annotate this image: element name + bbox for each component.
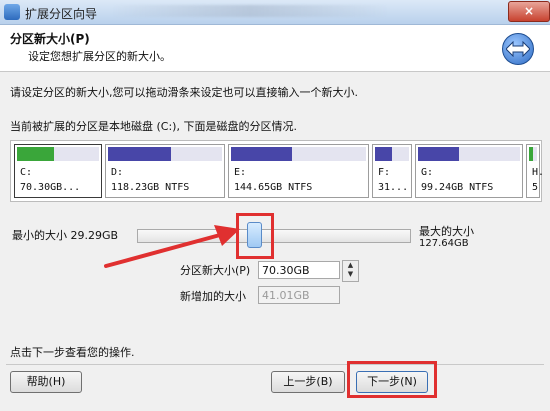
- partition-usage-bar: [17, 147, 99, 161]
- page-title: 分区新大小(P): [10, 32, 90, 46]
- partition-letter: F:: [378, 167, 391, 178]
- wizard-window: 扩展分区向导 × 分区新大小(P) 设定您想扩展分区的新大小。 请设定分区的新大…: [0, 0, 550, 411]
- page-subtitle: 设定您想扩展分区的新大小。: [28, 50, 171, 63]
- partition-info: 5: [532, 182, 539, 193]
- partition-info: 144.65GB NTFS: [234, 182, 313, 193]
- partition-letter: D:: [111, 167, 124, 178]
- resize-arrows-icon: [502, 33, 534, 65]
- partition-usage-fill: [108, 147, 171, 161]
- partition-block[interactable]: G: 99.24GB NTFS: [415, 144, 523, 198]
- close-button[interactable]: ×: [508, 1, 550, 22]
- current-partition-text: 当前被扩展的分区是本地磁盘 (C:), 下面是磁盘的分区情况.: [10, 120, 297, 133]
- partition-info: 118.23GB NTFS: [111, 182, 190, 193]
- partition-letter: G:: [421, 167, 434, 178]
- partition-usage-fill: [231, 147, 292, 161]
- next-button-highlight: [347, 361, 437, 398]
- partition-usage-bar: [529, 147, 537, 161]
- partition-letter: E:: [234, 167, 247, 178]
- partition-block[interactable]: H. 5: [526, 144, 544, 198]
- wizard-header: 分区新大小(P) 设定您想扩展分区的新大小。: [0, 25, 550, 72]
- size-slider-track[interactable]: [137, 229, 411, 243]
- partition-usage-bar: [231, 147, 366, 161]
- max-size-label: 最大的大小: [419, 225, 474, 238]
- partition-block[interactable]: D: 118.23GB NTFS: [105, 144, 225, 198]
- added-size-field: 41.01GB: [258, 286, 340, 304]
- footer-hint: 点击下一步查看您的操作.: [10, 346, 135, 359]
- partition-info: 31...: [378, 182, 409, 193]
- partition-usage-bar: [418, 147, 520, 161]
- blurred-title-area: [110, 5, 390, 17]
- stepper-down-icon[interactable]: ▼: [343, 270, 358, 279]
- footer-divider: [6, 364, 544, 365]
- partition-block[interactable]: C: 70.30GB...: [14, 144, 102, 198]
- help-button[interactable]: 帮助(H): [10, 371, 82, 393]
- partition-usage-bar: [375, 147, 409, 161]
- partition-usage-fill: [375, 147, 392, 161]
- partition-info: 99.24GB NTFS: [421, 182, 494, 193]
- stepper-up-icon[interactable]: ▲: [343, 261, 358, 270]
- new-size-label: 分区新大小(P): [180, 264, 251, 277]
- partition-usage-fill: [529, 147, 533, 161]
- window-title: 扩展分区向导: [25, 7, 98, 21]
- min-size-label: 最小的大小 29.29GB: [12, 229, 119, 242]
- partition-block[interactable]: F: 31...: [372, 144, 412, 198]
- title-bar: 扩展分区向导 ×: [0, 0, 550, 25]
- new-size-stepper[interactable]: ▲ ▼: [342, 260, 359, 282]
- slider-thumb-highlight: [236, 213, 274, 259]
- app-icon: [4, 4, 20, 20]
- partition-info: 70.30GB...: [20, 182, 81, 193]
- back-button[interactable]: 上一步(B): [271, 371, 345, 393]
- partition-usage-fill: [418, 147, 459, 161]
- new-size-input[interactable]: 70.30GB: [258, 261, 340, 279]
- partition-block[interactable]: E: 144.65GB NTFS: [228, 144, 369, 198]
- partition-letter: H.: [532, 167, 545, 178]
- partition-usage-bar: [108, 147, 222, 161]
- partition-letter: C:: [20, 167, 33, 178]
- instruction-text: 请设定分区的新大小,您可以拖动滑条来设定也可以直接输入一个新大小.: [10, 86, 358, 99]
- partition-map: C: 70.30GB... D: 118.23GB NTFS E: 144.65GB NT…: [10, 140, 544, 202]
- partition-usage-fill: [17, 147, 54, 161]
- added-size-label: 新增加的大小: [180, 290, 246, 303]
- max-size-value: 127.64GB: [419, 238, 469, 249]
